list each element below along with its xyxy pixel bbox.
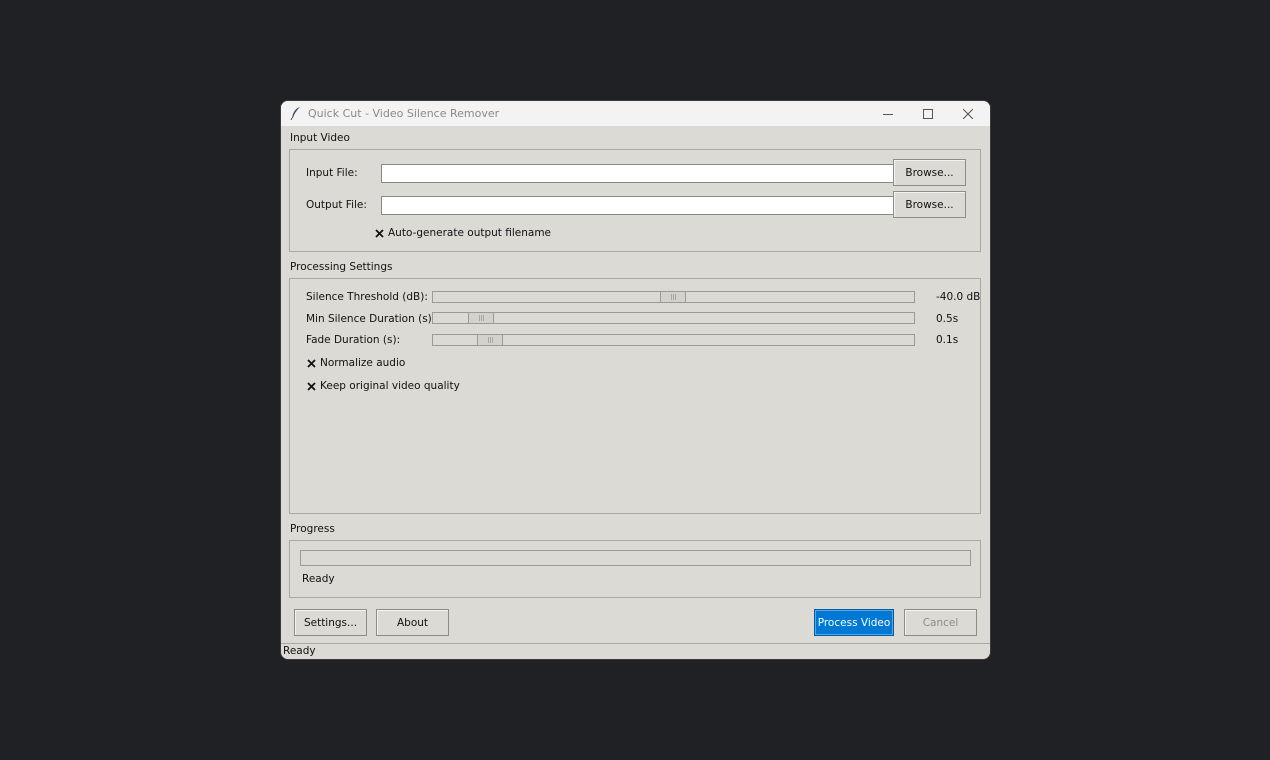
processing-settings-heading: Processing Settings bbox=[290, 261, 393, 273]
window-title: Quick Cut - Video Silence Remover bbox=[308, 107, 500, 120]
min-silence-label: Min Silence Duration (s): bbox=[306, 313, 436, 325]
normalize-audio-label: Normalize audio bbox=[320, 357, 406, 369]
fade-slider[interactable] bbox=[432, 334, 915, 346]
progress-bar bbox=[300, 550, 971, 566]
min-silence-slider[interactable] bbox=[432, 312, 915, 324]
threshold-label: Silence Threshold (dB): bbox=[306, 291, 428, 303]
min-silence-value: 0.5s bbox=[936, 313, 959, 325]
cancel-button[interactable]: Cancel bbox=[904, 609, 977, 636]
output-browse-button[interactable]: Browse... bbox=[893, 191, 966, 218]
output-file-label: Output File: bbox=[306, 199, 367, 211]
fade-label: Fade Duration (s): bbox=[306, 334, 401, 346]
close-button[interactable] bbox=[948, 101, 988, 126]
process-video-button[interactable]: Process Video bbox=[814, 609, 894, 636]
progress-status-text: Ready bbox=[302, 573, 335, 585]
input-video-group: Input File: Browse... Output File: Brows… bbox=[289, 149, 981, 252]
progress-group: Ready bbox=[289, 540, 981, 598]
checkmark-icon bbox=[307, 381, 316, 391]
processing-settings-group: Silence Threshold (dB): -40.0 dB Min Sil… bbox=[289, 278, 981, 514]
feather-icon bbox=[290, 107, 300, 120]
input-file-field[interactable] bbox=[381, 164, 894, 183]
status-bar: Ready bbox=[281, 643, 990, 659]
auto-generate-checkbox[interactable]: Auto-generate output filename bbox=[375, 227, 551, 239]
threshold-slider-thumb[interactable] bbox=[660, 292, 686, 302]
fade-slider-thumb[interactable] bbox=[477, 335, 503, 345]
output-file-field[interactable] bbox=[381, 196, 894, 215]
progress-heading: Progress bbox=[290, 523, 335, 535]
title-bar[interactable]: Quick Cut - Video Silence Remover bbox=[281, 101, 990, 126]
auto-generate-label: Auto-generate output filename bbox=[388, 227, 552, 239]
threshold-slider[interactable] bbox=[432, 291, 915, 303]
minimize-icon bbox=[883, 113, 893, 115]
threshold-value: -40.0 dB bbox=[936, 291, 981, 303]
input-video-heading: Input Video bbox=[290, 132, 350, 144]
checkmark-icon bbox=[375, 228, 384, 238]
maximize-icon bbox=[923, 108, 933, 119]
checkmark-icon bbox=[307, 358, 316, 368]
keep-quality-label: Keep original video quality bbox=[320, 380, 460, 392]
input-file-label: Input File: bbox=[306, 167, 358, 179]
app-window: Quick Cut - Video Silence Remover Input … bbox=[281, 101, 990, 659]
close-icon bbox=[963, 108, 973, 119]
maximize-button[interactable] bbox=[908, 101, 948, 126]
keep-quality-checkbox[interactable]: Keep original video quality bbox=[307, 380, 460, 392]
min-silence-slider-thumb[interactable] bbox=[468, 313, 494, 323]
input-browse-button[interactable]: Browse... bbox=[893, 159, 966, 186]
about-button[interactable]: About bbox=[376, 609, 449, 636]
settings-button[interactable]: Settings... bbox=[294, 609, 367, 636]
fade-value: 0.1s bbox=[936, 334, 959, 346]
normalize-audio-checkbox[interactable]: Normalize audio bbox=[307, 357, 405, 369]
status-bar-text: Ready bbox=[283, 645, 316, 657]
minimize-button[interactable] bbox=[868, 101, 908, 126]
